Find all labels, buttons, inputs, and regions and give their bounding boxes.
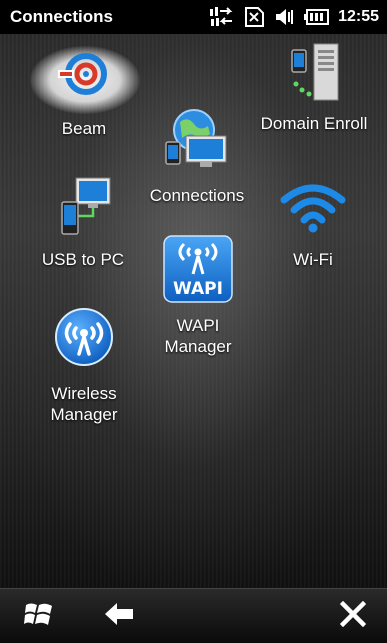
back-button[interactable] (84, 589, 154, 643)
tile-wapi-manager[interactable]: WAPI WAPI Manager (148, 234, 248, 357)
status-icons: 12:55 (208, 6, 379, 28)
clock[interactable]: 12:55 (338, 8, 379, 26)
status-bar: Connections 12:55 (0, 0, 387, 34)
tile-wireless-label-line2: Manager (50, 405, 118, 424)
connections-globe-icon (162, 106, 232, 175)
windows-start-icon (24, 600, 54, 633)
start-button[interactable] (4, 589, 74, 643)
tile-connections-label: Connections (149, 186, 245, 205)
tile-domain-enroll-label: Domain Enroll (260, 114, 368, 133)
bottom-bar (0, 588, 387, 643)
tile-wireless-label-line1: Wireless (51, 384, 117, 403)
sim-icon (242, 6, 266, 28)
tile-beam-label: Beam (61, 119, 107, 138)
tile-wapi-label-line2: Manager (164, 337, 232, 356)
tile-usb-to-pc-label: USB to PC (41, 250, 125, 269)
wapi-icon-text: WAPI (173, 279, 223, 299)
data-sync-icon (208, 6, 234, 28)
tile-domain-enroll[interactable]: Domain Enroll (252, 42, 376, 134)
wapi-icon: WAPI (162, 234, 234, 309)
tile-usb-to-pc[interactable]: USB to PC (30, 176, 136, 270)
beam-icon (56, 48, 112, 105)
battery-icon (304, 7, 330, 27)
close-button[interactable] (318, 589, 387, 643)
domain-enroll-icon (282, 42, 346, 109)
screen-title: Connections (10, 7, 113, 26)
tile-connections[interactable]: Connections (142, 106, 252, 206)
tile-beam[interactable]: Beam (44, 48, 124, 139)
tile-wireless-manager[interactable]: Wireless Manager (36, 306, 132, 425)
close-icon (339, 600, 367, 632)
back-arrow-icon (103, 601, 135, 632)
usb-to-pc-icon (50, 176, 116, 241)
tile-wapi-label-line1: WAPI (176, 316, 220, 335)
tile-wifi[interactable]: Wi-Fi (268, 180, 358, 270)
connections-grid: Beam Domain Enroll Connections USB to PC… (0, 34, 387, 588)
tile-wifi-label: Wi-Fi (293, 250, 333, 269)
volume-icon (274, 6, 296, 28)
wifi-icon (280, 180, 346, 241)
wireless-manager-icon (53, 306, 115, 373)
